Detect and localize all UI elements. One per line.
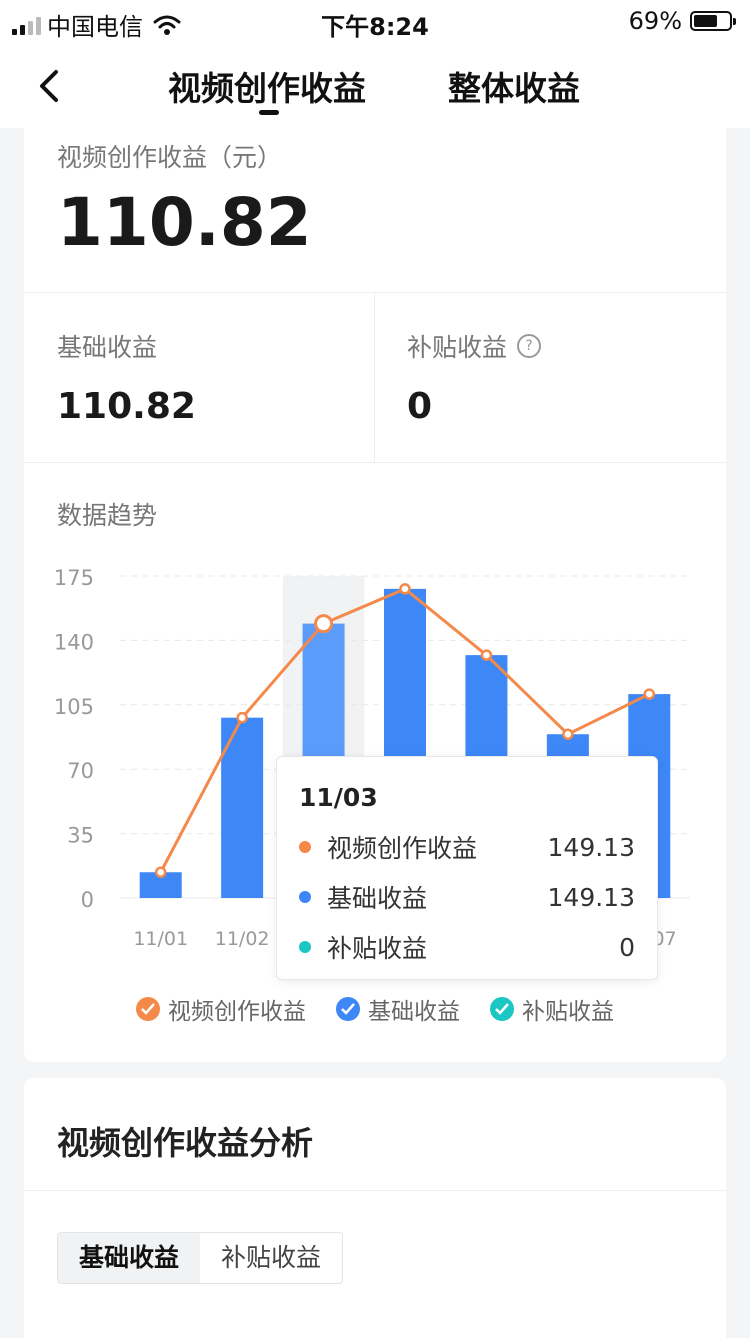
line-point bbox=[562, 728, 574, 740]
line-point bbox=[154, 866, 167, 878]
tooltip-row-value: 149.13 bbox=[547, 882, 635, 912]
y-tick-label: 70 bbox=[67, 759, 94, 783]
segment-subsidy-earnings[interactable]: 补贴收益 bbox=[200, 1233, 342, 1283]
legend-label: 基础收益 bbox=[368, 999, 460, 1025]
tab-indicator bbox=[259, 110, 279, 115]
legend-item-base-earnings[interactable]: 基础收益 bbox=[336, 992, 460, 1026]
y-tick-label: 105 bbox=[54, 695, 94, 719]
y-tick-label: 175 bbox=[54, 566, 94, 590]
status-right: 69% bbox=[628, 7, 736, 35]
x-tick-label: 11/02 bbox=[215, 928, 270, 950]
segment-base-earnings[interactable]: 基础收益 bbox=[58, 1233, 200, 1283]
tooltip-row: 视频创作收益 149.13 bbox=[299, 829, 635, 865]
nav-bar: 视频创作收益 整体收益 bbox=[0, 44, 750, 128]
legend-label: 视频创作收益 bbox=[168, 999, 306, 1025]
x-tick-label: 11/01 bbox=[133, 928, 188, 950]
y-tick-label: 0 bbox=[81, 888, 94, 912]
subsidy-series-dot bbox=[299, 941, 311, 953]
tooltip-row-name: 基础收益 bbox=[327, 884, 428, 913]
battery-icon bbox=[690, 11, 736, 31]
line-point bbox=[480, 649, 493, 661]
line-series-dot bbox=[299, 841, 311, 853]
analysis-segmented-control: 基础收益 补贴收益 bbox=[57, 1232, 343, 1284]
check-icon bbox=[336, 997, 360, 1021]
check-icon bbox=[136, 997, 160, 1021]
line-point bbox=[399, 583, 411, 595]
back-icon[interactable] bbox=[30, 66, 70, 106]
tooltip-row: 基础收益 149.13 bbox=[299, 879, 635, 915]
battery-percent: 69% bbox=[628, 7, 682, 35]
tab-overall-earnings[interactable]: 整体收益 bbox=[448, 62, 580, 110]
legend-item-subsidy-earnings[interactable]: 补贴收益 bbox=[490, 992, 614, 1026]
tooltip-row-name: 视频创作收益 bbox=[327, 834, 478, 863]
tooltip-date: 11/03 bbox=[299, 783, 378, 812]
status-bar: 中国电信 下午8:24 69% bbox=[0, 0, 750, 44]
analysis-card: 视频创作收益分析 基础收益 补贴收益 bbox=[24, 1078, 726, 1338]
divider bbox=[24, 1190, 726, 1191]
legend-item-video-earnings[interactable]: 视频创作收益 bbox=[136, 992, 306, 1026]
chart-legend: 视频创作收益 基础收益 补贴收益 bbox=[24, 992, 726, 1026]
tooltip-row-value: 149.13 bbox=[547, 832, 635, 862]
line-point bbox=[643, 688, 656, 700]
tooltip-row-value: 0 bbox=[619, 932, 635, 962]
earnings-card: 视频创作收益（元） 110.82 基础收益 110.82 补贴收益 ? 0 数据… bbox=[24, 128, 726, 1062]
line-point bbox=[236, 711, 248, 724]
line-point bbox=[314, 614, 334, 634]
tooltip-row-name: 补贴收益 bbox=[327, 934, 428, 963]
tab-video-earnings[interactable]: 视频创作收益 bbox=[168, 62, 366, 110]
chart-tooltip: 11/03 视频创作收益 149.13 基础收益 149.13 补贴收益 0 bbox=[276, 756, 658, 980]
bar-series-dot bbox=[299, 891, 311, 903]
tooltip-row: 补贴收益 0 bbox=[299, 929, 635, 965]
analysis-title: 视频创作收益分析 bbox=[57, 1124, 314, 1162]
check-icon bbox=[490, 997, 514, 1021]
y-tick-label: 35 bbox=[67, 824, 94, 848]
y-tick-label: 140 bbox=[54, 630, 94, 654]
legend-label: 补贴收益 bbox=[522, 999, 614, 1025]
